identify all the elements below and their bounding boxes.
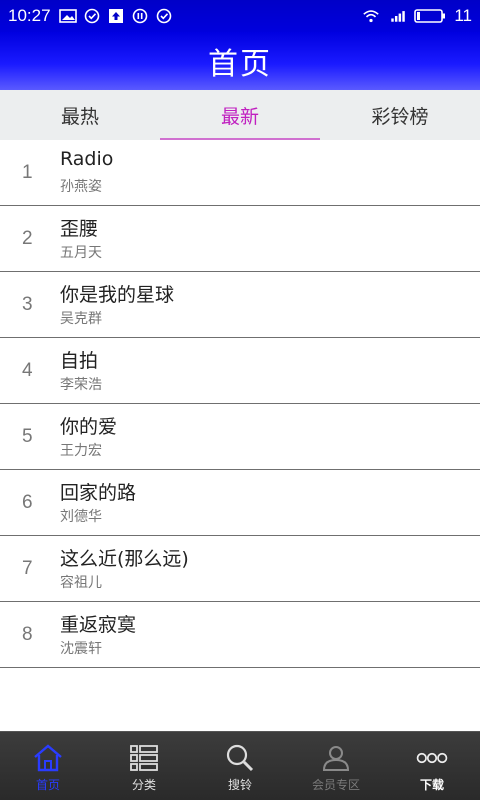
nav-home[interactable]: 首页 [0, 732, 96, 800]
song-artist: 李荣浩 [60, 377, 102, 393]
song-artist: 刘德华 [60, 509, 102, 525]
song-title: 歪腰 [60, 218, 99, 240]
song-rank: 6 [22, 492, 33, 513]
song-row[interactable]: 5 你的爱 王力宏 [0, 404, 480, 470]
song-rank: 5 [22, 426, 33, 447]
nav-label: 搜铃 [227, 778, 252, 792]
song-row[interactable]: 7 这么近(那么远) 容祖儿 [0, 536, 480, 602]
signal-icon [391, 11, 406, 22]
user-icon [322, 746, 350, 771]
song-title: 你的爱 [60, 416, 118, 438]
tab-hottest[interactable]: 最热 [0, 90, 160, 140]
page-title: 首页 [208, 47, 272, 82]
song-artist: 五月天 [60, 245, 102, 261]
song-row[interactable]: 4 自拍 李荣浩 [0, 338, 480, 404]
check-circle-icon [84, 8, 99, 24]
song-row[interactable]: 2 歪腰 五月天 [0, 206, 480, 272]
wifi-icon [363, 10, 380, 23]
status-time: 10:27 [8, 6, 51, 25]
tab-newest[interactable]: 最新 [160, 90, 320, 140]
pause-circle-icon [132, 8, 147, 24]
more-dots-icon [416, 752, 448, 764]
app-header: 首页 [0, 32, 480, 90]
song-rank: 7 [22, 558, 33, 579]
song-artist: 孙燕姿 [60, 179, 102, 195]
song-rank: 3 [22, 294, 33, 315]
song-artist: 沈震轩 [60, 641, 102, 657]
notification-icons [58, 8, 173, 24]
tab-ringtone-chart[interactable]: 彩铃榜 [320, 90, 480, 140]
upload-icon [108, 9, 123, 23]
nav-label: 会员专区 [311, 778, 360, 792]
song-artist: 王力宏 [60, 443, 102, 459]
search-icon [226, 744, 254, 772]
battery-icon [414, 9, 446, 23]
battery-level: 11 [454, 6, 472, 25]
song-rank: 8 [22, 624, 33, 645]
song-artist: 容祖儿 [60, 575, 102, 591]
song-title: 自拍 [60, 350, 99, 372]
status-bar: 10:27 11 [0, 0, 480, 32]
tab-bar: 最热 最新 彩铃榜 [0, 90, 480, 140]
song-row[interactable]: 1 Radio 孙燕姿 [0, 140, 480, 206]
song-title: 这么近(那么远) [60, 548, 189, 570]
nav-label: 首页 [35, 778, 60, 792]
song-row[interactable]: 6 回家的路 刘德华 [0, 470, 480, 536]
song-title: 你是我的星球 [60, 284, 175, 306]
song-artist: 吴克群 [60, 311, 102, 327]
song-row[interactable]: 3 你是我的星球 吴克群 [0, 272, 480, 338]
song-title: 重返寂寞 [60, 614, 137, 636]
song-title: 回家的路 [60, 482, 137, 504]
nav-label: 分类 [131, 778, 156, 792]
nav-download[interactable]: 下载 [384, 732, 480, 800]
nav-label: 下载 [419, 778, 444, 792]
song-rank: 2 [22, 228, 33, 249]
image-icon [58, 9, 77, 23]
nav-category[interactable]: 分类 [96, 732, 192, 800]
nav-search-ringtone[interactable]: 搜铃 [192, 732, 288, 800]
song-rank: 4 [22, 360, 33, 381]
song-list: 1 Radio 孙燕姿 2 歪腰 五月天 3 你是我的星球 吴克群 4 自拍 李… [0, 140, 480, 668]
nav-member-zone[interactable]: 会员专区 [288, 732, 384, 800]
check-circle-icon [156, 8, 171, 24]
grid-list-icon [130, 745, 158, 771]
home-icon [34, 744, 62, 772]
song-title: Radio [60, 148, 114, 170]
bottom-nav: 首页 分类 搜铃 会员专区 下载 [0, 731, 480, 800]
song-rank: 1 [22, 162, 33, 183]
song-row[interactable]: 8 重返寂寞 沈震轩 [0, 602, 480, 668]
